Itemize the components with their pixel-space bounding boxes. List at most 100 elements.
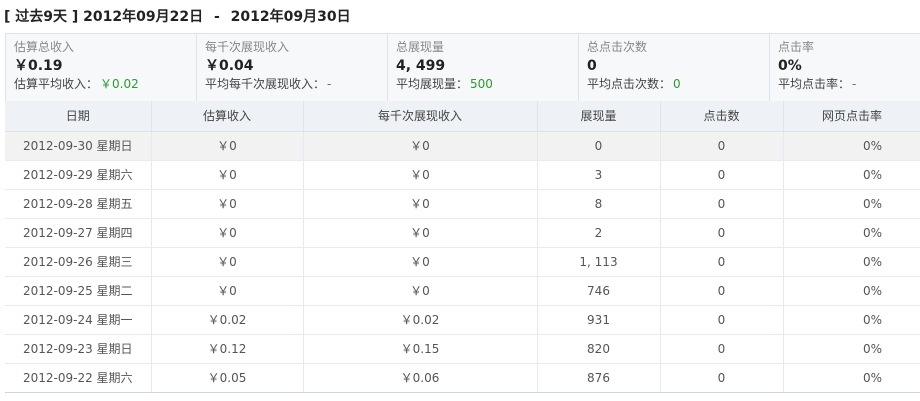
summary-label: 估算总收入 xyxy=(14,40,75,54)
summary-average-label: 平均点击次数： xyxy=(587,77,672,91)
cell-revenue: ￥0.05 xyxy=(151,363,304,393)
summary-average-value: 0 xyxy=(673,77,681,91)
cell-revenue: ￥0 xyxy=(151,131,304,161)
table-row: 2012-09-28 星期五 ￥0 ￥0 8 0 0% xyxy=(5,189,920,219)
cell-clicks: 0 xyxy=(660,131,784,161)
date-separator: - xyxy=(213,9,220,25)
cell-clicks: 0 xyxy=(660,363,784,393)
cell-impressions: 1, 113 xyxy=(537,247,661,277)
table-row: 2012-09-29 星期六 ￥0 ￥0 3 0 0% xyxy=(5,160,920,190)
table-row: 2012-09-30 星期日 ￥0 ￥0 0 0 0% xyxy=(5,131,920,161)
summary-ctr: 点击率 0% 平均点击率： - xyxy=(770,34,915,102)
cell-ctr: 0% xyxy=(783,247,920,277)
summary-average-value: - xyxy=(852,77,857,91)
cell-rpm: ￥0 xyxy=(303,131,538,161)
range-tag: [ 过去9天 ] xyxy=(4,9,79,25)
table-row: 2012-09-24 星期一 ￥0.02 ￥0.02 931 0 0% xyxy=(5,305,920,335)
cell-ctr: 0% xyxy=(783,160,920,190)
summary-average-label: 平均展现量： xyxy=(396,77,469,91)
cell-ctr: 0% xyxy=(783,189,920,219)
cell-revenue: ￥0 xyxy=(151,276,304,306)
cell-ctr: 0% xyxy=(783,363,920,393)
summary-average: 平均点击率： - xyxy=(778,76,915,93)
cell-impressions: 876 xyxy=(537,363,661,393)
summary-label: 每千次展现收入 xyxy=(205,40,290,54)
summary-average-label: 平均每千次展现收入： xyxy=(205,77,326,91)
cell-impressions: 8 xyxy=(537,189,661,219)
cell-date: 2012-09-23 星期日 xyxy=(5,334,152,364)
cell-date: 2012-09-29 星期六 xyxy=(5,160,152,190)
summary-average-value: ￥0.02 xyxy=(100,77,139,91)
cell-rpm: ￥0.02 xyxy=(303,305,538,335)
summary-label: 总点击次数 xyxy=(587,40,648,54)
cell-clicks: 0 xyxy=(660,160,784,190)
summary-clicks: 总点击次数 0 平均点击次数： 0 xyxy=(579,34,770,102)
table-row: 2012-09-27 星期四 ￥0 ￥0 2 0 0% xyxy=(5,218,920,248)
cell-revenue: ￥0 xyxy=(151,189,304,219)
summary-average: 平均每千次展现收入： - xyxy=(205,76,387,93)
column-header-impressions[interactable]: 展现量 xyxy=(537,101,661,132)
column-header-date[interactable]: 日期 xyxy=(5,101,152,132)
cell-ctr: 0% xyxy=(783,131,920,161)
table-header-row: 日期 估算收入 每千次展现收入 展现量 点击数 网页点击率 xyxy=(5,101,920,132)
summary-average: 平均展现量： 500 xyxy=(396,76,578,93)
cell-date: 2012-09-22 星期六 xyxy=(5,363,152,393)
cell-revenue: ￥0 xyxy=(151,160,304,190)
cell-ctr: 0% xyxy=(783,305,920,335)
table-row: 2012-09-25 星期二 ￥0 ￥0 746 0 0% xyxy=(5,276,920,306)
column-header-ctr[interactable]: 网页点击率 xyxy=(783,101,920,132)
cell-clicks: 0 xyxy=(660,305,784,335)
summary-panel: 估算总收入 ￥0.19 估算平均收入： ￥0.02 每千次展现收入 ￥0.04 平… xyxy=(5,33,920,102)
cell-revenue: ￥0.12 xyxy=(151,334,304,364)
summary-average-label: 平均点击率： xyxy=(778,77,851,91)
summary-average-value: - xyxy=(327,77,332,91)
cell-date: 2012-09-26 星期三 xyxy=(5,247,152,277)
cell-impressions: 746 xyxy=(537,276,661,306)
summary-value: 0 xyxy=(587,58,597,74)
cell-impressions: 2 xyxy=(537,218,661,248)
cell-revenue: ￥0 xyxy=(151,218,304,248)
cell-date: 2012-09-28 星期五 xyxy=(5,189,152,219)
cell-rpm: ￥0 xyxy=(303,218,538,248)
cell-rpm: ￥0 xyxy=(303,247,538,277)
cell-clicks: 0 xyxy=(660,247,784,277)
cell-date: 2012-09-25 星期二 xyxy=(5,276,152,306)
cell-rpm: ￥0.15 xyxy=(303,334,538,364)
cell-rpm: ￥0 xyxy=(303,189,538,219)
column-header-rpm[interactable]: 每千次展现收入 xyxy=(303,101,538,132)
cell-ctr: 0% xyxy=(783,334,920,364)
table-row: 2012-09-26 星期三 ￥0 ￥0 1, 113 0 0% xyxy=(5,247,920,277)
cell-date: 2012-09-27 星期四 xyxy=(5,218,152,248)
daily-report-table: 日期 估算收入 每千次展现收入 展现量 点击数 网页点击率 2012-09-30… xyxy=(5,101,920,393)
summary-estimated-revenue: 估算总收入 ￥0.19 估算平均收入： ￥0.02 xyxy=(6,34,197,102)
cell-date: 2012-09-30 星期日 xyxy=(5,131,152,161)
summary-average: 平均点击次数： 0 xyxy=(587,76,769,93)
cell-clicks: 0 xyxy=(660,334,784,364)
cell-impressions: 0 xyxy=(537,131,661,161)
summary-value: 4, 499 xyxy=(396,58,446,74)
summary-value: ￥0.19 xyxy=(14,58,63,74)
summary-average: 估算平均收入： ￥0.02 xyxy=(14,76,196,93)
cell-clicks: 0 xyxy=(660,276,784,306)
cell-clicks: 0 xyxy=(660,189,784,219)
cell-revenue: ￥0 xyxy=(151,247,304,277)
end-date: 2012年09月30日 xyxy=(230,9,351,25)
summary-rpm: 每千次展现收入 ￥0.04 平均每千次展现收入： - xyxy=(197,34,388,102)
column-header-revenue[interactable]: 估算收入 xyxy=(151,101,304,132)
table-row: 2012-09-22 星期六 ￥0.05 ￥0.06 876 0 0% xyxy=(5,363,920,393)
cell-impressions: 820 xyxy=(537,334,661,364)
report-date-range-header: [ 过去9天 ] 2012年09月22日 - 2012年09月30日 xyxy=(0,0,920,33)
summary-impressions: 总展现量 4, 499 平均展现量： 500 xyxy=(388,34,579,102)
column-header-clicks[interactable]: 点击数 xyxy=(660,101,784,132)
cell-date: 2012-09-24 星期一 xyxy=(5,305,152,335)
cell-ctr: 0% xyxy=(783,218,920,248)
summary-average-value: 500 xyxy=(470,77,493,91)
cell-ctr: 0% xyxy=(783,276,920,306)
cell-impressions: 3 xyxy=(537,160,661,190)
cell-rpm: ￥0 xyxy=(303,276,538,306)
cell-rpm: ￥0.06 xyxy=(303,363,538,393)
table-row: 2012-09-23 星期日 ￥0.12 ￥0.15 820 0 0% xyxy=(5,334,920,364)
cell-clicks: 0 xyxy=(660,218,784,248)
summary-label: 点击率 xyxy=(778,40,815,54)
cell-rpm: ￥0 xyxy=(303,160,538,190)
